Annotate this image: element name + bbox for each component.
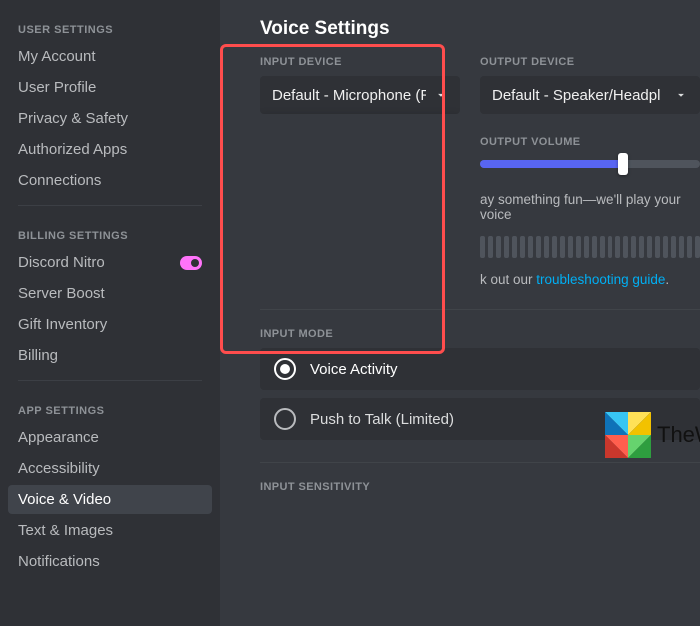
sidebar-item-discord-nitro[interactable]: Discord Nitro [8,248,212,277]
output-device-selected: Default - Speaker/Headpl [492,87,660,104]
sidebar-item-label: Authorized Apps [18,141,127,158]
sidebar-section-header: USER SETTINGS [8,10,212,42]
sidebar-section-header: APP SETTINGS [8,391,212,423]
input-mode-option[interactable]: Push to Talk (Limited) [260,398,700,440]
sidebar-item-gift-inventory[interactable]: Gift Inventory [8,310,212,339]
sidebar-item-label: User Profile [18,79,96,96]
input-mode-header: INPUT MODE [260,328,700,340]
divider [260,462,700,463]
sidebar-item-label: Connections [18,172,101,189]
input-device-selected: Default - Microphone (Re [272,87,426,104]
input-device-header: INPUT DEVICE [260,56,460,68]
input-mode-option[interactable]: Voice Activity [260,348,700,390]
settings-main: Voice Settings INPUT DEVICE Default - Mi… [220,0,700,626]
sidebar-item-label: Notifications [18,553,100,570]
sidebar-separator [18,380,202,381]
chevron-down-icon [434,88,448,102]
mic-test-text: ay something fun—we'll play your voice [480,192,700,222]
sidebar-item-label: Appearance [18,429,99,446]
sidebar-item-text-images[interactable]: Text & Images [8,516,212,545]
output-volume-header: OUTPUT VOLUME [480,136,700,148]
input-sensitivity-header: INPUT SENSITIVITY [260,481,700,493]
settings-sidebar: USER SETTINGS My Account User Profile Priva… [0,0,220,626]
sidebar-item-label: Privacy & Safety [18,110,128,127]
radio-icon [274,358,296,380]
sidebar-item-label: Voice & Video [18,491,111,508]
nitro-badge-icon [180,256,202,270]
sidebar-item-appearance[interactable]: Appearance [8,423,212,452]
sidebar-item-authorized-apps[interactable]: Authorized Apps [8,135,212,164]
sidebar-item-user-profile[interactable]: User Profile [8,73,212,102]
sidebar-item-notifications[interactable]: Notifications [8,547,212,576]
output-volume-slider[interactable] [480,160,700,168]
chevron-down-icon [674,88,688,102]
sidebar-item-billing[interactable]: Billing [8,341,212,370]
sidebar-item-connections[interactable]: Connections [8,166,212,195]
input-mode-label: Voice Activity [310,361,398,378]
divider [260,309,700,310]
sidebar-item-label: Discord Nitro [18,254,105,271]
sidebar-item-label: Server Boost [18,285,105,302]
mic-help-text: k out our troubleshooting guide. [480,272,700,287]
sidebar-item-label: Gift Inventory [18,316,107,333]
sidebar-item-accessibility[interactable]: Accessibility [8,454,212,483]
output-device-header: OUTPUT DEVICE [480,56,700,68]
sidebar-separator [18,205,202,206]
sidebar-item-label: Accessibility [18,460,100,477]
sidebar-item-my-account[interactable]: My Account [8,42,212,71]
troubleshooting-link[interactable]: troubleshooting guide [536,272,665,287]
page-title: Voice Settings [260,18,700,40]
sidebar-item-label: Billing [18,347,58,364]
input-mode-label: Push to Talk (Limited) [310,411,454,428]
sidebar-item-privacy-safety[interactable]: Privacy & Safety [8,104,212,133]
sidebar-item-server-boost[interactable]: Server Boost [8,279,212,308]
mic-test-meter [480,236,700,258]
sidebar-item-label: Text & Images [18,522,113,539]
sidebar-item-voice-video[interactable]: Voice & Video [8,485,212,514]
radio-icon [274,408,296,430]
input-device-select[interactable]: Default - Microphone (Re Default - Micro… [260,76,460,114]
sidebar-section-header: BILLING SETTINGS [8,216,212,248]
output-device-select[interactable]: Default - Speaker/Headpl [480,76,700,114]
sidebar-item-label: My Account [18,48,96,65]
